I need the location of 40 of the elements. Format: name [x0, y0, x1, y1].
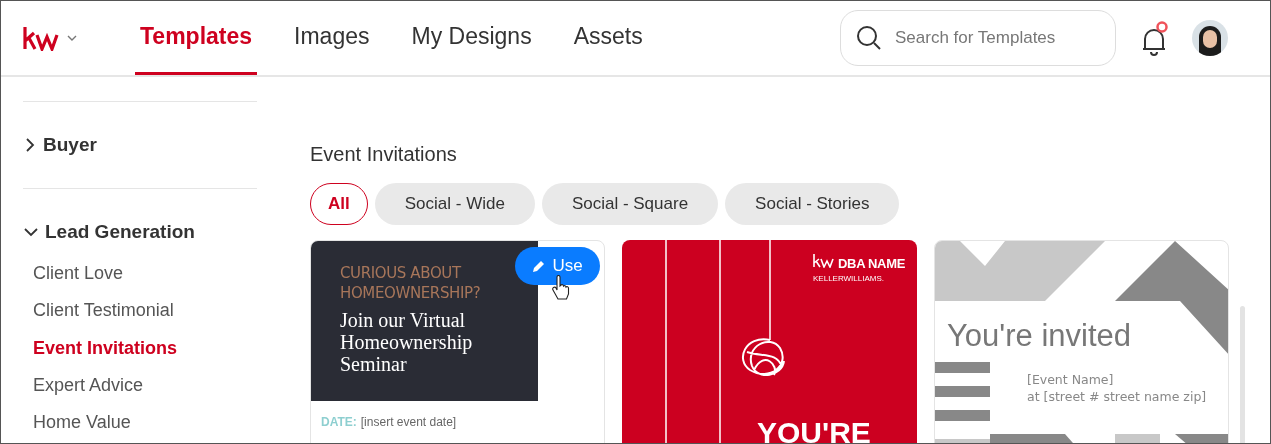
filter-chip[interactable]: Social - Square	[541, 183, 719, 225]
nav-tab[interactable]: Assets	[568, 1, 648, 75]
brand-name: DBA NAME	[838, 255, 905, 273]
field-label: DATE:	[321, 414, 357, 431]
hand-cursor-icon	[552, 275, 570, 301]
scrollbar[interactable]	[1240, 306, 1245, 443]
logo-icon	[813, 254, 835, 268]
template-card[interactable]: You're invited [Event Name] at [street # street name zip]	[934, 240, 1229, 443]
card-text: at [street # street name zip]	[1027, 388, 1207, 405]
nav-tab[interactable]: Images	[289, 1, 375, 75]
template-card[interactable]: CURIOUS ABOUT HOMEOWNERSHIP? Join our Virtual Homeownership Seminar DATE: [insert event date] Use	[310, 240, 605, 443]
card-headline: YOU'RE	[757, 418, 871, 443]
chevron-down-icon	[23, 227, 39, 237]
card-text: [Event Name]	[1027, 371, 1115, 388]
sidebar-item[interactable]: Client Love	[23, 255, 257, 293]
filter-chip[interactable]: All	[310, 183, 368, 225]
sidebar-item[interactable]: Client Testimonial	[23, 292, 257, 330]
filter-chip[interactable]: Social - Wide	[374, 183, 535, 225]
pencil-icon	[532, 259, 547, 273]
chevron-right-icon	[23, 137, 37, 153]
filter-chip[interactable]: Social - Stories	[725, 183, 900, 225]
sidebar-item[interactable]: Home Value	[23, 404, 257, 442]
sidebar-item[interactable]: Expert Advice	[23, 366, 257, 405]
avatar[interactable]	[1192, 20, 1228, 56]
chevron-down-icon[interactable]	[67, 34, 77, 42]
nav-tab[interactable]: Templates	[135, 1, 258, 75]
use-button[interactable]: Use	[515, 247, 600, 285]
bell-icon[interactable]	[1140, 19, 1170, 57]
field-value: [insert event date]	[360, 414, 457, 431]
search-field[interactable]: Search for Templates	[840, 10, 1116, 66]
nav-tab[interactable]: My Designs	[406, 1, 537, 75]
template-card[interactable]: DBA NAME KELLERWILLIAMS. YOU'RE	[622, 240, 917, 443]
card-kicker: CURIOUS ABOUT HOMEOWNERSHIP?	[340, 263, 480, 303]
section-heading: Event Invitations	[310, 142, 458, 167]
search-icon	[856, 25, 882, 51]
card-title: Join our Virtual Homeownership Seminar	[340, 309, 474, 375]
sidebar-item[interactable]: Event Invitations	[23, 329, 257, 367]
sidebar-section[interactable]: Buyer	[23, 102, 97, 188]
brand-subtitle: KELLERWILLIAMS.	[813, 273, 884, 284]
card-headline: You're invited	[947, 317, 1132, 355]
